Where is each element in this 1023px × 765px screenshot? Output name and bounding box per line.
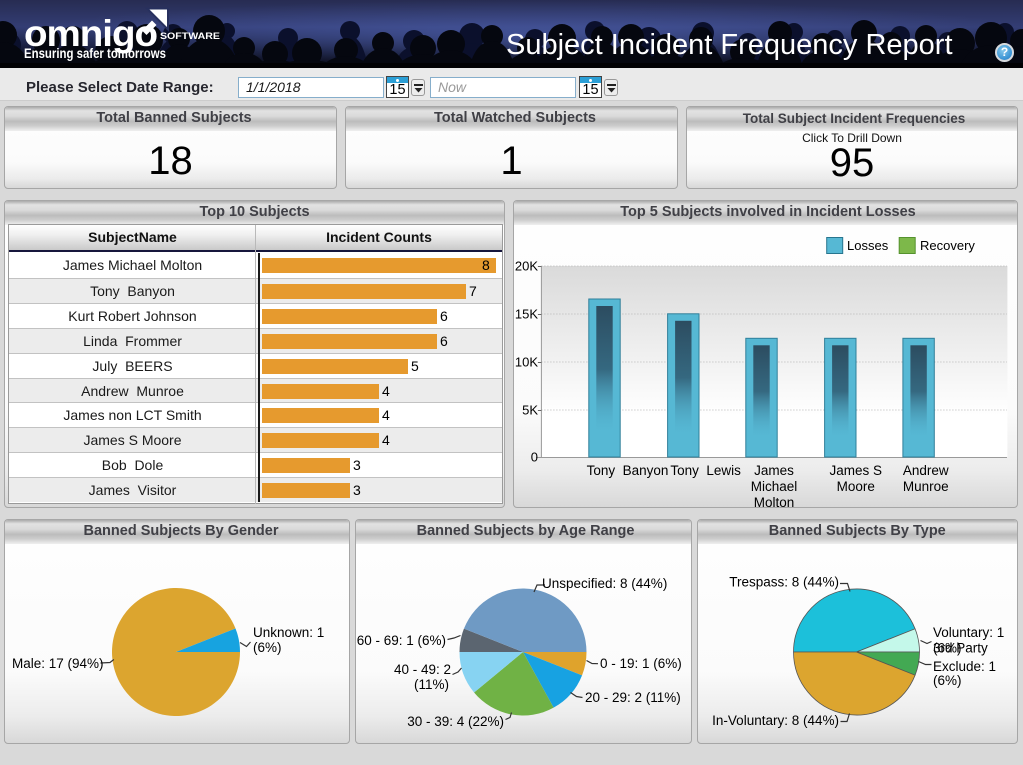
svg-text:James: James	[754, 463, 794, 478]
svg-text:Unknown: 1: Unknown: 1	[253, 625, 324, 640]
svg-text:(6%): (6%)	[933, 673, 962, 688]
svg-text:20K: 20K	[515, 259, 538, 274]
svg-text:0 - 19: 1 (6%): 0 - 19: 1 (6%)	[600, 656, 682, 671]
svg-text:Tony Lewis: Tony Lewis	[670, 463, 741, 478]
svg-text:40 - 49: 2: 40 - 49: 2	[394, 662, 451, 677]
svg-text:5K: 5K	[522, 403, 538, 418]
svg-text:10K: 10K	[515, 355, 538, 370]
svg-text:Losses: Losses	[847, 238, 889, 253]
svg-text:Recovery: Recovery	[920, 238, 975, 253]
svg-text:Andrew: Andrew	[903, 463, 949, 478]
svg-text:0: 0	[531, 450, 538, 465]
svg-text:Molton: Molton	[754, 495, 795, 507]
svg-text:30 - 39: 4 (22%): 30 - 39: 4 (22%)	[407, 714, 504, 729]
svg-text:Voluntary: 1: Voluntary: 1	[933, 625, 1004, 640]
svg-text:In-Voluntary: 8 (44%): In-Voluntary: 8 (44%)	[712, 713, 839, 728]
svg-text:Moore: Moore	[837, 479, 875, 494]
svg-text:(11%): (11%)	[414, 677, 449, 692]
svg-text:Trespass: 8 (44%): Trespass: 8 (44%)	[729, 575, 839, 590]
svg-text:60 - 69: 1 (6%): 60 - 69: 1 (6%)	[357, 633, 446, 648]
svg-text:SOFTWARE: SOFTWARE	[160, 31, 220, 42]
svg-text:Male: 17 (94%): Male: 17 (94%)	[12, 656, 104, 671]
svg-text:(6%): (6%)	[253, 640, 282, 655]
svg-text:15K: 15K	[515, 307, 538, 322]
svg-text:James S: James S	[830, 463, 883, 478]
svg-text:Unspecified: 8 (44%): Unspecified: 8 (44%)	[542, 576, 667, 591]
svg-text:Michael: Michael	[751, 479, 798, 494]
svg-text:Ensuring safer tomorrows: Ensuring safer tomorrows	[24, 46, 166, 61]
svg-text:20 - 29: 2 (11%): 20 - 29: 2 (11%)	[585, 690, 681, 705]
svg-text:Munroe: Munroe	[903, 479, 949, 494]
svg-text:Exclude: 1: Exclude: 1	[933, 659, 996, 674]
svg-text:(6%): (6%)	[933, 641, 962, 656]
svg-text:Tony Banyon: Tony Banyon	[587, 463, 669, 478]
